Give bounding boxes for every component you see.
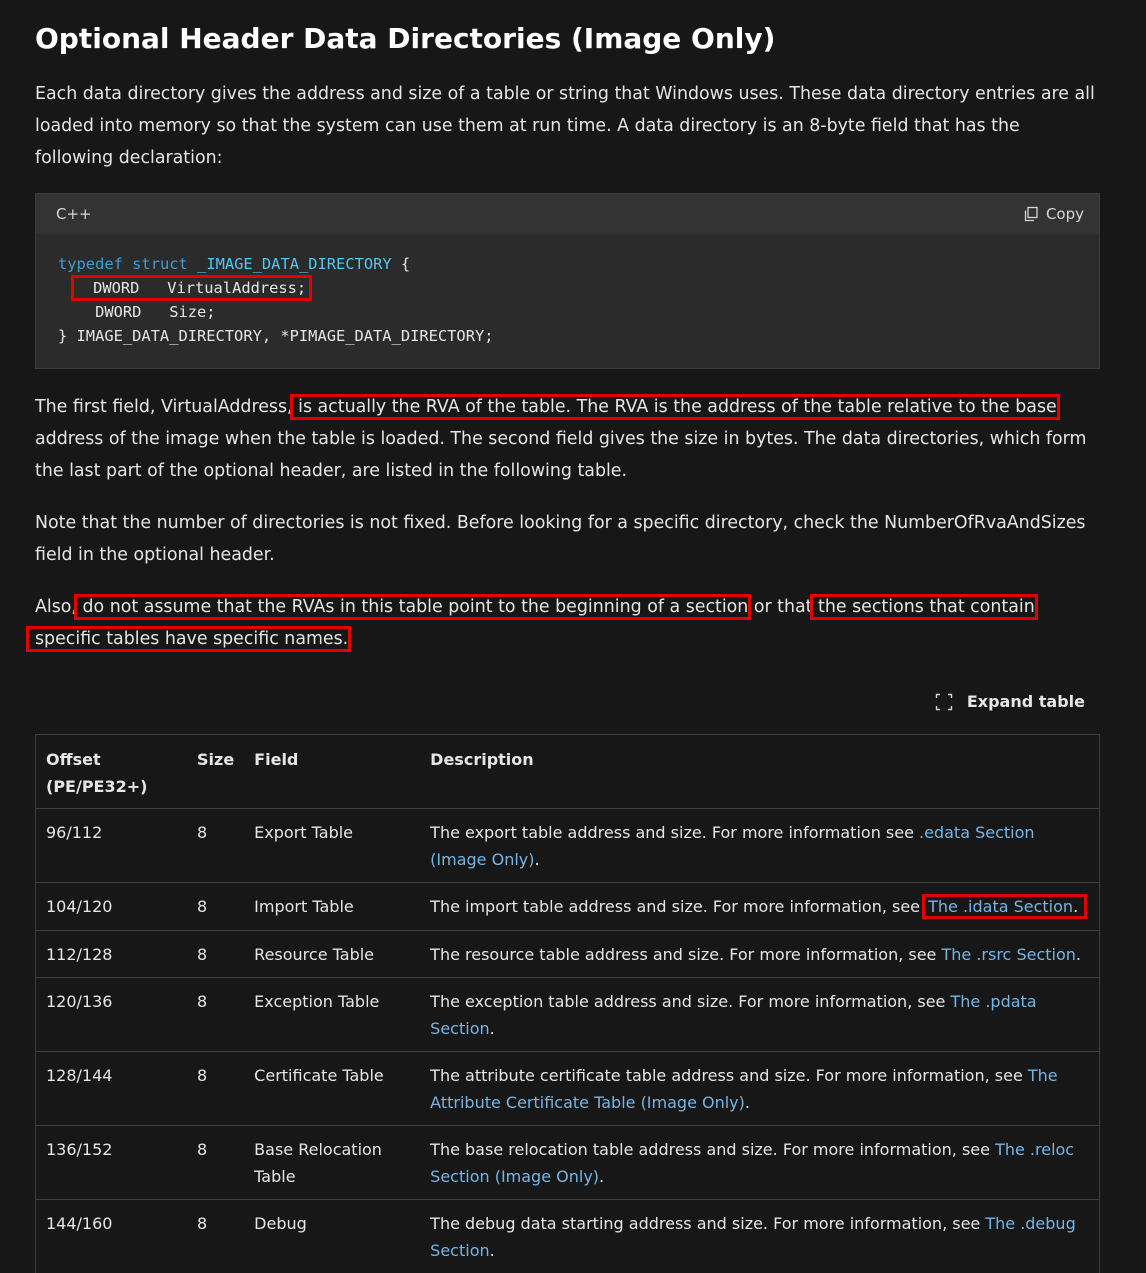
- cell-field: Debug: [244, 1200, 420, 1273]
- description-end: .: [599, 1167, 604, 1186]
- expand-icon: [935, 693, 953, 711]
- description-text: The exception table address and size. Fo…: [430, 992, 950, 1011]
- description-end: .: [535, 850, 540, 869]
- data-directories-table: Offset (PE/PE32+) Size Field Description…: [35, 734, 1100, 1273]
- column-header-offset: Offset (PE/PE32+): [36, 735, 188, 809]
- cell-offset: 144/160: [36, 1200, 188, 1273]
- description-text: The base relocation table address and si…: [430, 1140, 995, 1159]
- description-text: The attribute certificate table address …: [430, 1066, 1028, 1085]
- cell-size: 8: [187, 1200, 244, 1273]
- code-keyword: struct: [132, 255, 188, 273]
- note-paragraph: Note that the number of directories is n…: [35, 507, 1100, 571]
- cell-size: 8: [187, 1126, 244, 1200]
- table-row: 128/1448Certificate Table The attribute c…: [36, 1052, 1100, 1126]
- cell-description: The import table address and size. For m…: [420, 883, 1099, 931]
- cell-description: The export table address and size. For m…: [420, 809, 1099, 883]
- highlight-box: do not assume that the RVAs in this tabl…: [77, 597, 748, 617]
- copy-label: Copy: [1046, 205, 1084, 223]
- cell-size: 8: [187, 978, 244, 1052]
- cell-description: The base relocation table address and si…: [420, 1126, 1099, 1200]
- description-end: .: [1076, 945, 1081, 964]
- cell-offset: 112/128: [36, 930, 188, 978]
- column-header-size: Size: [187, 735, 244, 809]
- code-block: C++ Copy typedef struct _IMAGE_DATA_DIRE…: [35, 193, 1100, 369]
- text-span: or that: [748, 597, 812, 617]
- highlight-box: the sections that contain: [813, 597, 1035, 617]
- description-link[interactable]: The .rsrc Section: [941, 945, 1075, 964]
- copy-icon: [1023, 206, 1039, 222]
- cell-size: 8: [187, 1052, 244, 1126]
- code-text: {: [392, 255, 411, 273]
- cell-size: 8: [187, 883, 244, 931]
- page-title: Optional Header Data Directories (Image …: [35, 20, 775, 58]
- table-row: 112/1288Resource Table The resource table…: [36, 930, 1100, 978]
- highlight-box: is actually the RVA of the table. The RV…: [293, 397, 1057, 417]
- cell-offset: 136/152: [36, 1126, 188, 1200]
- description-end: .: [490, 1241, 495, 1260]
- code-line: } IMAGE_DATA_DIRECTORY, *PIMAGE_DATA_DIR…: [58, 327, 494, 345]
- table-row: 104/1208Import Table The import table add…: [36, 883, 1100, 931]
- description-text: The debug data starting address and size…: [430, 1214, 985, 1233]
- cell-description: The debug data starting address and size…: [420, 1200, 1099, 1273]
- column-header-description: Description: [420, 735, 1099, 809]
- highlight-box: The .idata Section.: [925, 897, 1084, 916]
- description-end: .: [490, 1019, 495, 1038]
- code-keyword: typedef: [58, 255, 123, 273]
- copy-button[interactable]: Copy: [1023, 205, 1084, 223]
- cell-size: 8: [187, 809, 244, 883]
- cell-description: The attribute certificate table address …: [420, 1052, 1099, 1126]
- cell-field: Certificate Table: [244, 1052, 420, 1126]
- intro-paragraph: Each data directory gives the address an…: [35, 78, 1100, 174]
- cell-field: Exception Table: [244, 978, 420, 1052]
- cell-description: The exception table address and size. Fo…: [420, 978, 1099, 1052]
- description-end: .: [745, 1093, 750, 1112]
- text-span: Also,: [35, 597, 77, 617]
- code-type: _IMAGE_DATA_DIRECTORY: [197, 255, 392, 273]
- rva-paragraph: The first field, VirtualAddress, is actu…: [35, 391, 1100, 487]
- cell-offset: 120/136: [36, 978, 188, 1052]
- cell-offset: 128/144: [36, 1052, 188, 1126]
- cell-field: Export Table: [244, 809, 420, 883]
- table-row: 120/1368Exception Table The exception tab…: [36, 978, 1100, 1052]
- description-text: The resource table address and size. For…: [430, 945, 941, 964]
- cell-field: Resource Table: [244, 930, 420, 978]
- code-language-label: C++: [56, 205, 92, 223]
- cell-offset: 96/112: [36, 809, 188, 883]
- highlight-box: specific tables have specific names.: [29, 629, 348, 649]
- table-row: 144/1608Debug The debug data starting add…: [36, 1200, 1100, 1273]
- table-row: 136/1528Base Relocation Table The base re…: [36, 1126, 1100, 1200]
- cell-description: The resource table address and size. For…: [420, 930, 1099, 978]
- cell-field: Base Relocation Table: [244, 1126, 420, 1200]
- description-end: .: [1073, 897, 1078, 916]
- code-content: typedef struct _IMAGE_DATA_DIRECTORY { D…: [36, 234, 1099, 348]
- expand-table-label: Expand table: [967, 692, 1085, 711]
- table-row: 96/1128Export Table The export table addr…: [36, 809, 1100, 883]
- text-span: The first field, VirtualAddress,: [35, 397, 293, 417]
- text-span: address of the image when the table is l…: [35, 429, 1086, 481]
- table-header-row: Offset (PE/PE32+) Size Field Description: [36, 735, 1100, 809]
- expand-table-button[interactable]: Expand table: [935, 692, 1085, 711]
- code-line: DWORD Size;: [58, 303, 216, 321]
- also-paragraph: Also, do not assume that the RVAs in thi…: [35, 591, 1100, 655]
- cell-size: 8: [187, 930, 244, 978]
- description-link[interactable]: The .idata Section: [928, 897, 1073, 916]
- description-text: The import table address and size. For m…: [430, 897, 925, 916]
- cell-field: Import Table: [244, 883, 420, 931]
- column-header-field: Field: [244, 735, 420, 809]
- code-line-highlighted: DWORD VirtualAddress;: [75, 279, 308, 297]
- code-header: C++ Copy: [36, 194, 1099, 234]
- cell-offset: 104/120: [36, 883, 188, 931]
- description-text: The export table address and size. For m…: [430, 823, 919, 842]
